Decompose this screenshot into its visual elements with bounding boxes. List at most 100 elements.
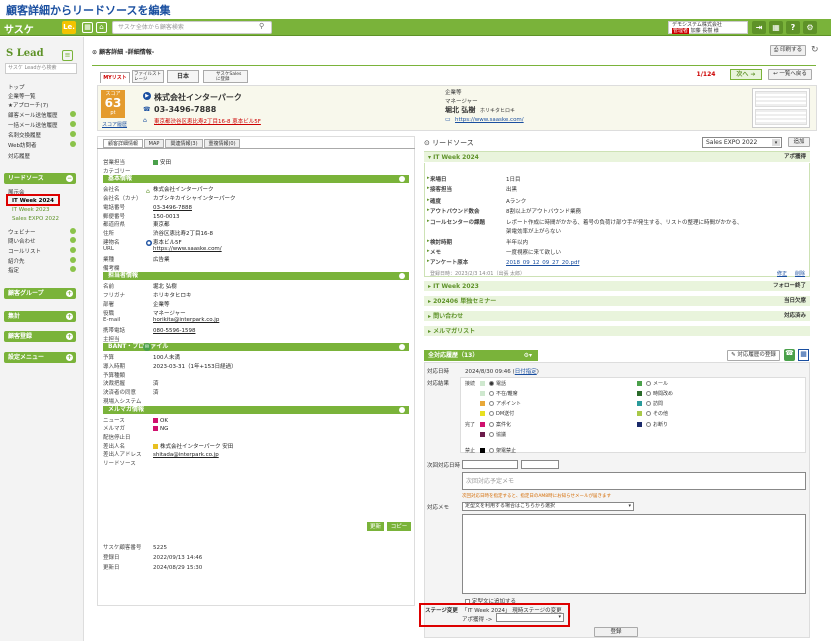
sidebar-group-header[interactable]: 集計 +: [4, 311, 76, 322]
lead-section[interactable]: ▸ 問い合わせ 対応済み: [424, 311, 810, 322]
sidebar-lead-item[interactable]: ウェビナー: [8, 228, 36, 236]
plus-icon[interactable]: [70, 228, 76, 234]
register-button[interactable]: 登録: [594, 627, 638, 637]
plus-icon[interactable]: [70, 131, 76, 137]
export-icon[interactable]: ⇥: [752, 21, 766, 34]
sidebar-lead-item[interactable]: 問い合わせ: [8, 237, 36, 245]
company-phone[interactable]: 03-3496-7888: [154, 105, 216, 114]
refresh-icon[interactable]: ↻: [811, 45, 819, 55]
lead-section[interactable]: ▸ メルマガリスト: [424, 326, 810, 337]
map-icon[interactable]: ⌂: [143, 117, 147, 124]
search-icon[interactable]: ⚲: [259, 22, 264, 30]
collapse-icon[interactable]: [399, 176, 405, 183]
score-history-link[interactable]: スコア履歴: [102, 121, 127, 128]
global-search-input[interactable]: サスケ全体から顧客検索: [112, 21, 272, 34]
stage-select[interactable]: ▾: [496, 613, 564, 622]
grid-menu-icon[interactable]: ▦: [769, 21, 783, 34]
sidebar-header-lead[interactable]: リードソース −: [4, 173, 76, 184]
plus-icon[interactable]: +: [66, 313, 73, 320]
result-radio[interactable]: [646, 422, 651, 427]
collapse-icon[interactable]: [399, 406, 405, 413]
sidebar-lead-item[interactable]: 指定: [8, 266, 19, 274]
result-option[interactable]: 架電禁止: [480, 447, 516, 454]
play-icon[interactable]: ▶: [143, 92, 151, 100]
sidebar-group-header[interactable]: 顧客登録 +: [4, 331, 76, 342]
sidebar-lead-item[interactable]: 紹介先: [8, 257, 25, 265]
sidebar-item[interactable]: 一括メール送信履歴: [8, 121, 58, 129]
lead-section[interactable]: ▸ IT Week 2023 フォロー終了: [424, 281, 810, 292]
plus-icon[interactable]: [70, 141, 76, 147]
gear-icon[interactable]: ⚙: [803, 21, 817, 34]
result-radio[interactable]: [489, 422, 494, 427]
sidebar-lead-item[interactable]: Sales EXPO 2022: [12, 216, 59, 222]
le-logo[interactable]: Le.: [62, 21, 76, 34]
plus-icon[interactable]: [70, 121, 76, 127]
next-memo-input[interactable]: 次回対応予定メモ: [462, 472, 806, 490]
memo-template-select[interactable]: 定型文を利用する場合はこちらから選択 ▾: [462, 502, 634, 511]
plus-icon[interactable]: +: [66, 354, 73, 361]
calendar-icon[interactable]: ▦: [798, 349, 809, 361]
plus-icon[interactable]: +: [66, 333, 73, 340]
section-header-basic[interactable]: 基本情報: [103, 175, 409, 184]
plus-icon[interactable]: [70, 111, 76, 117]
section-header-person[interactable]: 担当者情報: [103, 272, 409, 281]
result-radio[interactable]: [646, 381, 651, 386]
result-option[interactable]: アポイント: [480, 400, 521, 407]
lead-section[interactable]: ▸ 202406 単独セミナー 当日欠席: [424, 296, 810, 307]
result-radio[interactable]: [489, 411, 494, 416]
result-option[interactable]: お断り: [637, 421, 668, 428]
detail-value[interactable]: 03-3496-7888: [153, 205, 192, 211]
app-logo[interactable]: サスケ: [4, 21, 34, 36]
tab-register-sales[interactable]: サスケSales に登録: [203, 70, 248, 83]
result-option[interactable]: 協議: [480, 431, 506, 438]
copy-button[interactable]: コピー: [387, 522, 411, 531]
plus-icon[interactable]: +: [66, 290, 73, 297]
minus-icon[interactable]: −: [66, 175, 73, 182]
result-option[interactable]: 案件化: [480, 421, 511, 428]
sidebar-item[interactable]: ★アプローチ(7): [8, 101, 48, 109]
collapse-icon[interactable]: [399, 273, 405, 280]
detail-tab[interactable]: 顧客詳細情報: [103, 139, 143, 148]
result-option[interactable]: 不在/離席: [480, 390, 518, 397]
phone-call-icon[interactable]: ☎: [784, 349, 795, 361]
result-option[interactable]: 訪問: [637, 400, 663, 407]
sidebar-item[interactable]: 企業等一覧: [8, 92, 36, 100]
detail-tab[interactable]: 重複情報(0): [204, 139, 240, 148]
tab-mylist[interactable]: MYリスト: [100, 72, 130, 83]
sidebar-item[interactable]: トップ: [8, 83, 25, 91]
add-lead-button[interactable]: 追加: [788, 137, 810, 147]
memo-textarea[interactable]: [462, 514, 806, 594]
sidebar-lead-item[interactable]: IT Week 2023: [12, 207, 50, 213]
lead-value[interactable]: 2018_09_12_09_27_20.pdf: [506, 260, 579, 266]
sidebar-item[interactable]: 顧客メール送信履歴: [8, 111, 58, 119]
next-time-input[interactable]: [521, 460, 559, 469]
lead-source-select[interactable]: Sales EXPO 2022 ▾: [702, 137, 782, 148]
plus-icon[interactable]: [70, 257, 76, 263]
sidebar-search-input[interactable]: サスケ Leadから検索: [5, 63, 77, 74]
detail-value[interactable]: 080-5596-1598: [153, 328, 195, 334]
print-button[interactable]: ⎙ 印刷する: [770, 45, 806, 56]
mail-icon[interactable]: ✉: [143, 343, 151, 351]
result-option[interactable]: メール: [637, 380, 668, 387]
lead-section-itweek2024[interactable]: ▾ IT Week 2024 アポ獲得: [424, 152, 810, 163]
detail-value[interactable]: horikita@interpark.co.jp: [153, 317, 219, 323]
sidebar-group-header[interactable]: 設定メニュー +: [4, 352, 76, 363]
company-address-link[interactable]: 東京都渋谷区恵比寿2丁目16-8 恵本ビル5F: [154, 117, 261, 125]
result-radio[interactable]: [489, 381, 494, 386]
result-radio[interactable]: [489, 432, 494, 437]
sidebar-item[interactable]: 対応履歴: [8, 152, 30, 160]
business-card-image[interactable]: [752, 88, 810, 128]
register-history-button[interactable]: ✎ 対応履歴の登録: [727, 350, 780, 361]
sidebar-item[interactable]: 名刺交換履歴: [8, 131, 41, 139]
tab-file-storage[interactable]: ファイルストレージ: [132, 70, 164, 83]
result-option[interactable]: 時間改め: [637, 390, 673, 397]
history-tab[interactable]: 全対応履歴（13） ⚙▾: [424, 350, 538, 361]
detail-value[interactable]: shitada@interpark.co.jp: [153, 452, 219, 458]
result-radio[interactable]: [489, 391, 494, 396]
next-button[interactable]: 次へ ➔: [730, 69, 762, 80]
detail-tab[interactable]: MAP: [144, 139, 164, 148]
result-option[interactable]: 電話: [480, 380, 506, 387]
detail-tab[interactable]: 関連情報(3): [165, 139, 203, 148]
section-header-mail[interactable]: メルマガ情報: [103, 405, 409, 414]
result-radio[interactable]: [646, 391, 651, 396]
